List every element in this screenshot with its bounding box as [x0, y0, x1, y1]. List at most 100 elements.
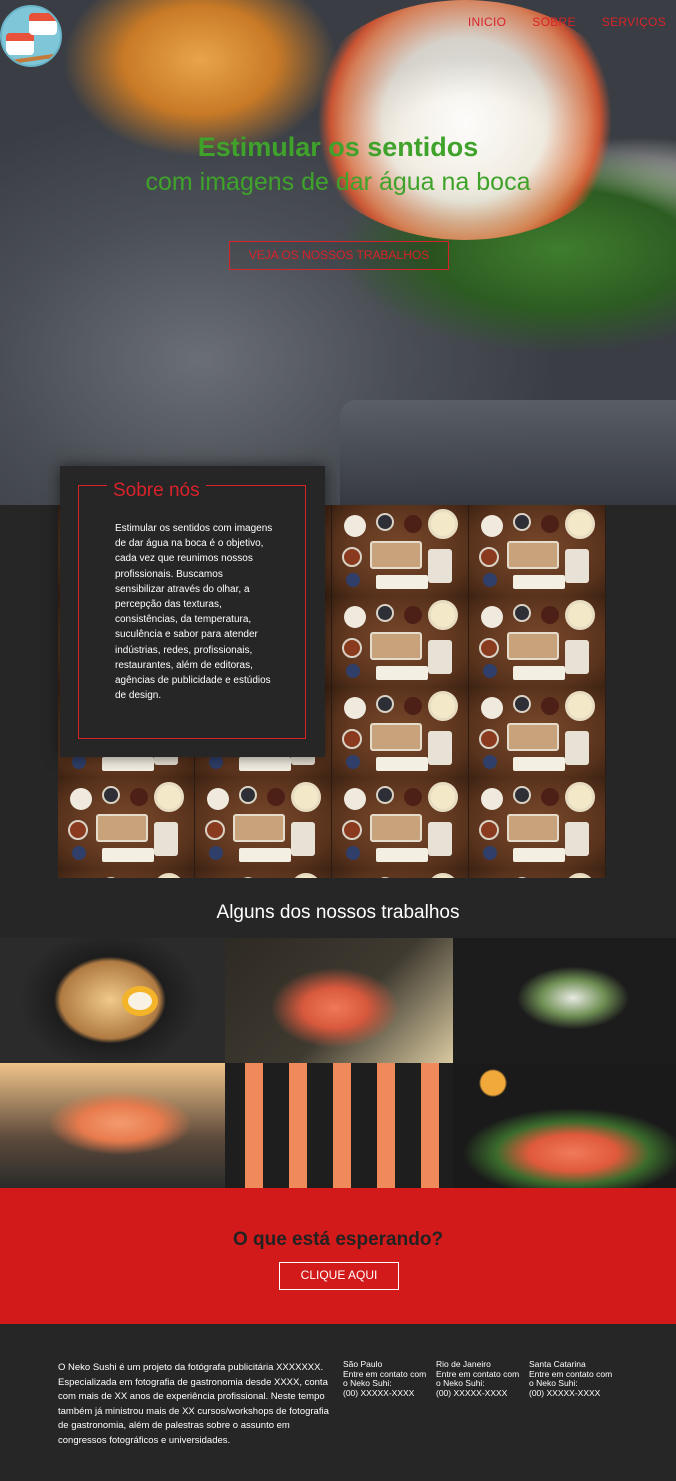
food-item-shape	[342, 729, 362, 749]
food-item-shape	[541, 606, 559, 624]
food-item-shape	[428, 640, 452, 674]
cta-section	[0, 1188, 676, 1324]
food-item-shape	[154, 873, 184, 878]
logo-sushi-piece	[29, 13, 57, 35]
food-item-shape	[344, 697, 366, 719]
work-image-sushi-rolls[interactable]	[453, 938, 676, 1063]
food-item-shape	[370, 541, 422, 569]
food-item-shape	[102, 848, 154, 862]
food-item-shape	[481, 606, 503, 628]
work-image-temaki[interactable]	[225, 938, 453, 1063]
food-item-shape	[565, 873, 595, 878]
city-phone[interactable]: (00) XXXXX-XXXX	[436, 1388, 524, 1399]
nav-item-servicos[interactable]: SERVIÇOS	[602, 15, 666, 29]
food-item-shape	[483, 573, 497, 587]
food-item-shape	[513, 575, 565, 589]
food-item-shape	[154, 782, 184, 812]
food-item-shape	[483, 664, 497, 678]
food-item-shape	[342, 638, 362, 658]
food-item-shape	[428, 782, 458, 812]
work-image-sushi-platter[interactable]	[225, 1063, 453, 1188]
hero-title: Estimular os sentidos	[197, 132, 479, 162]
main-nav: INICIO SOBRE SERVIÇOS	[468, 15, 666, 29]
food-item-shape	[565, 600, 595, 630]
food-item-shape	[479, 638, 499, 658]
food-item-shape	[376, 604, 394, 622]
food-tile-image	[469, 778, 606, 869]
food-item-shape	[346, 573, 360, 587]
city-phone[interactable]: (00) XXXXX-XXXX	[529, 1388, 617, 1399]
food-item-shape	[370, 723, 422, 751]
food-item-shape	[376, 513, 394, 531]
food-tile-image	[332, 869, 469, 878]
about-text: Estimular os sentidos com imagens de dar…	[115, 523, 273, 702]
work-image-sushi-combo[interactable]	[453, 1063, 676, 1188]
food-item-shape	[376, 848, 428, 862]
food-item-shape	[513, 695, 531, 713]
view-works-button[interactable]: VEJA OS NOSSOS TRABALHOS	[229, 241, 449, 270]
food-item-shape	[481, 697, 503, 719]
food-item-shape	[376, 877, 394, 878]
food-item-shape	[479, 820, 499, 840]
work-image-sashimi[interactable]	[0, 1063, 225, 1188]
works-title: Alguns dos nossos trabalhos	[216, 902, 460, 923]
work-image-ramen[interactable]	[0, 938, 225, 1063]
food-item-shape	[404, 697, 422, 715]
food-item-shape	[291, 873, 321, 878]
food-tile-image	[332, 505, 469, 596]
food-item-shape	[102, 877, 120, 878]
food-item-shape	[428, 691, 458, 721]
food-item-shape	[102, 757, 154, 771]
food-tile-image	[469, 505, 606, 596]
nav-item-sobre[interactable]: SOBRE	[532, 15, 576, 29]
food-item-shape	[342, 547, 362, 567]
food-item-shape	[481, 515, 503, 537]
food-item-shape	[565, 640, 589, 674]
food-tile-image	[195, 778, 332, 869]
food-item-shape	[565, 549, 589, 583]
food-tile-image	[469, 869, 606, 878]
city-phone[interactable]: (00) XXXXX-XXXX	[343, 1388, 431, 1399]
food-item-shape	[376, 786, 394, 804]
works-gallery	[0, 938, 676, 1188]
food-item-shape	[344, 606, 366, 628]
city-contact: Entre em contato com o Neko Suhi:	[436, 1368, 520, 1389]
about-title: Sobre nós	[113, 480, 200, 501]
food-item-shape	[541, 697, 559, 715]
food-item-shape	[479, 729, 499, 749]
cta-button[interactable]: CLIQUE AQUI	[279, 1262, 399, 1290]
food-tile-image	[469, 596, 606, 687]
food-item-shape	[565, 822, 589, 856]
food-item-shape	[481, 788, 503, 810]
food-tile-image	[332, 687, 469, 778]
food-item-shape	[565, 731, 589, 765]
logo[interactable]	[0, 5, 62, 67]
food-item-shape	[239, 848, 291, 862]
food-item-shape	[239, 786, 257, 804]
food-item-shape	[513, 666, 565, 680]
food-item-shape	[404, 788, 422, 806]
food-tile-image	[58, 778, 195, 869]
food-item-shape	[370, 814, 422, 842]
food-item-shape	[72, 755, 86, 769]
food-item-shape	[70, 788, 92, 810]
food-item-shape	[209, 846, 223, 860]
hero-subtitle: com imagens de dar água na boca	[145, 168, 531, 196]
food-item-shape	[267, 788, 285, 806]
nav-item-inicio[interactable]: INICIO	[468, 15, 506, 29]
food-item-shape	[513, 877, 531, 878]
food-item-shape	[428, 509, 458, 539]
food-item-shape	[507, 632, 559, 660]
food-item-shape	[376, 575, 428, 589]
footer-city-rio-de-janeiro: Rio de Janeiro Entre em contato com o Ne…	[436, 1359, 524, 1399]
food-item-shape	[428, 822, 452, 856]
food-item-shape	[428, 600, 458, 630]
food-item-shape	[68, 820, 88, 840]
food-item-shape	[428, 549, 452, 583]
food-item-shape	[507, 814, 559, 842]
food-item-shape	[344, 515, 366, 537]
food-item-shape	[565, 691, 595, 721]
egg-shape	[122, 986, 158, 1016]
food-item-shape	[346, 664, 360, 678]
city-contact: Entre em contato com o Neko Suhi:	[343, 1368, 427, 1389]
